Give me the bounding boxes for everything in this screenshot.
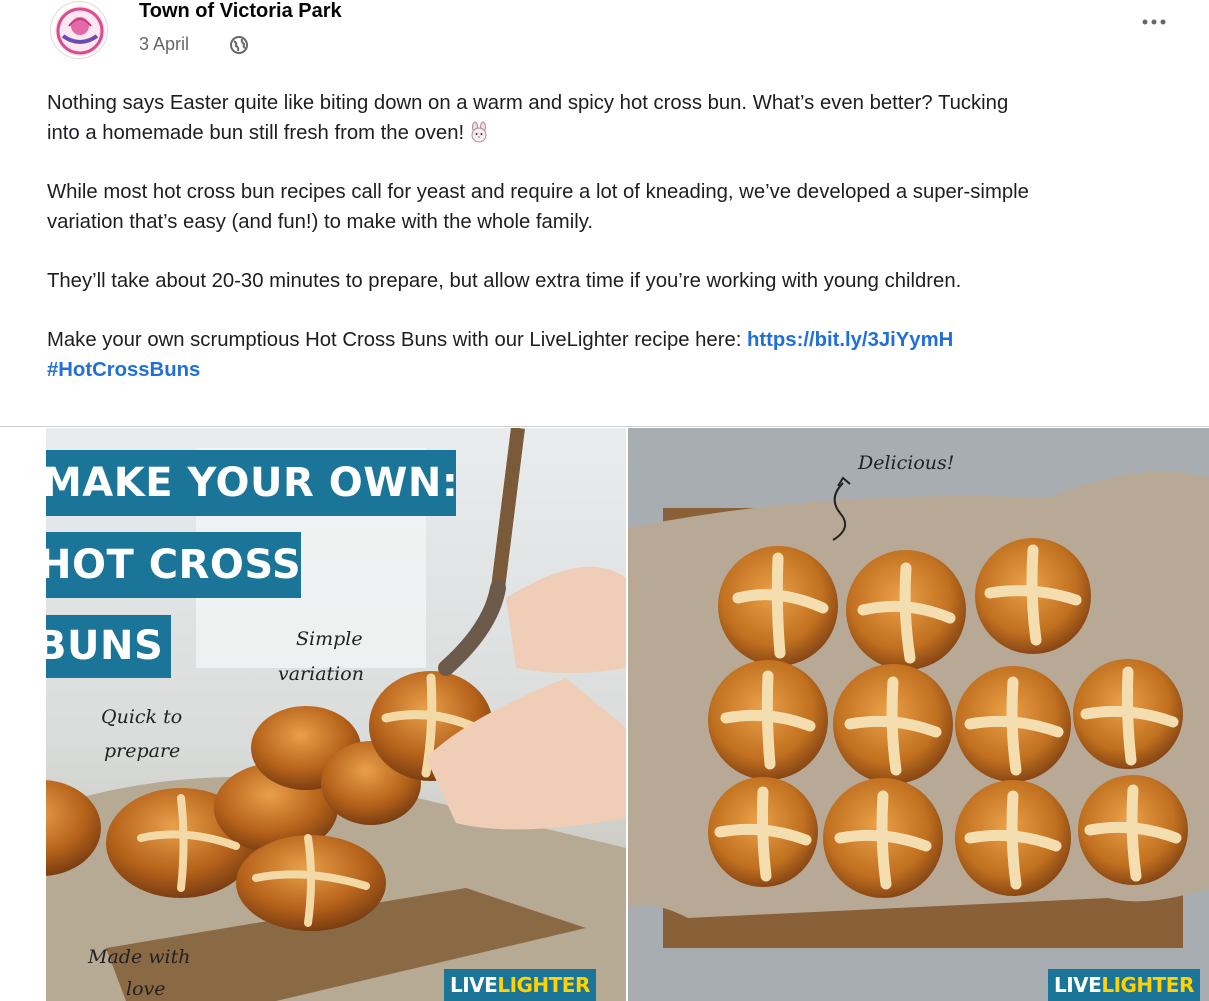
paragraph-4: Make your own scrumptious Hot Cross Buns… <box>47 325 1207 385</box>
banner-line-1: MAKE YOUR OWN: <box>46 450 458 516</box>
paragraph-1: Nothing says Easter quite like biting do… <box>47 88 1207 148</box>
text-line: Nothing says Easter quite like biting do… <box>47 92 1009 114</box>
left-photo[interactable]: MAKE YOUR OWN: HOT CROSS BUNS Simple var… <box>46 428 626 1001</box>
text-line: While most hot cross bun recipes call fo… <box>47 181 1029 203</box>
town-logo-icon[interactable] <box>50 1 108 59</box>
annotation-made: Made with <box>88 946 191 968</box>
text-line: #HotCrossBuns <box>47 355 1207 385</box>
text-line: Make your own scrumptious Hot Cross Buns… <box>47 325 1207 355</box>
more-options-icon[interactable] <box>1139 10 1169 30</box>
divider <box>0 426 1209 427</box>
annotation-delicious: Delicious! <box>858 452 955 474</box>
text-line-content: into a homemade bun still fresh from the… <box>47 122 465 144</box>
post-meta: 3 April <box>139 34 249 55</box>
brand-live: LIVE <box>1054 973 1102 997</box>
facebook-post: Town of Victoria Park 3 April Nothing sa… <box>0 0 1209 1001</box>
banner-line-3: BUNS <box>46 615 171 678</box>
post-text: Nothing says Easter quite like biting do… <box>47 88 1207 414</box>
livelighter-logo-left: LIVE LIGHTER <box>444 969 596 1001</box>
right-photo-illustration <box>628 428 1209 1001</box>
annotation-prepare: prepare <box>104 740 181 762</box>
bunny-emoji-icon <box>471 121 487 143</box>
livelighter-logo-right: LIVE LIGHTER <box>1048 969 1200 1001</box>
text-line: variation that’s easy (and fun!) to make… <box>47 211 593 233</box>
annotation-quick: Quick to <box>101 706 183 728</box>
annotation-variation: variation <box>278 663 364 685</box>
brand-lighter: LIGHTER <box>497 973 590 997</box>
annotation-love: love <box>126 978 166 1000</box>
hashtag-link[interactable]: #HotCrossBuns <box>47 359 200 381</box>
paragraph-2: While most hot cross bun recipes call fo… <box>47 177 1207 237</box>
text-line: into a homemade bun still fresh from the… <box>47 118 1207 148</box>
recipe-link[interactable]: https://bit.ly/3JiYymH <box>747 329 953 351</box>
brand-live: LIVE <box>450 973 498 997</box>
post-date[interactable]: 3 April <box>139 34 189 55</box>
text-line: They’ll take about 20-30 minutes to prep… <box>47 270 962 292</box>
page-name[interactable]: Town of Victoria Park <box>139 0 342 23</box>
paragraph-3: They’ll take about 20-30 minutes to prep… <box>47 266 1207 296</box>
right-photo[interactable]: Delicious! LIVE LIGHTER <box>628 428 1209 1001</box>
cta-text: Make your own scrumptious Hot Cross Buns… <box>47 329 748 351</box>
banner-line-2: HOT CROSS <box>46 532 301 598</box>
annotation-simple: Simple <box>296 628 363 650</box>
globe-icon <box>230 35 249 54</box>
brand-lighter: LIGHTER <box>1101 973 1194 997</box>
